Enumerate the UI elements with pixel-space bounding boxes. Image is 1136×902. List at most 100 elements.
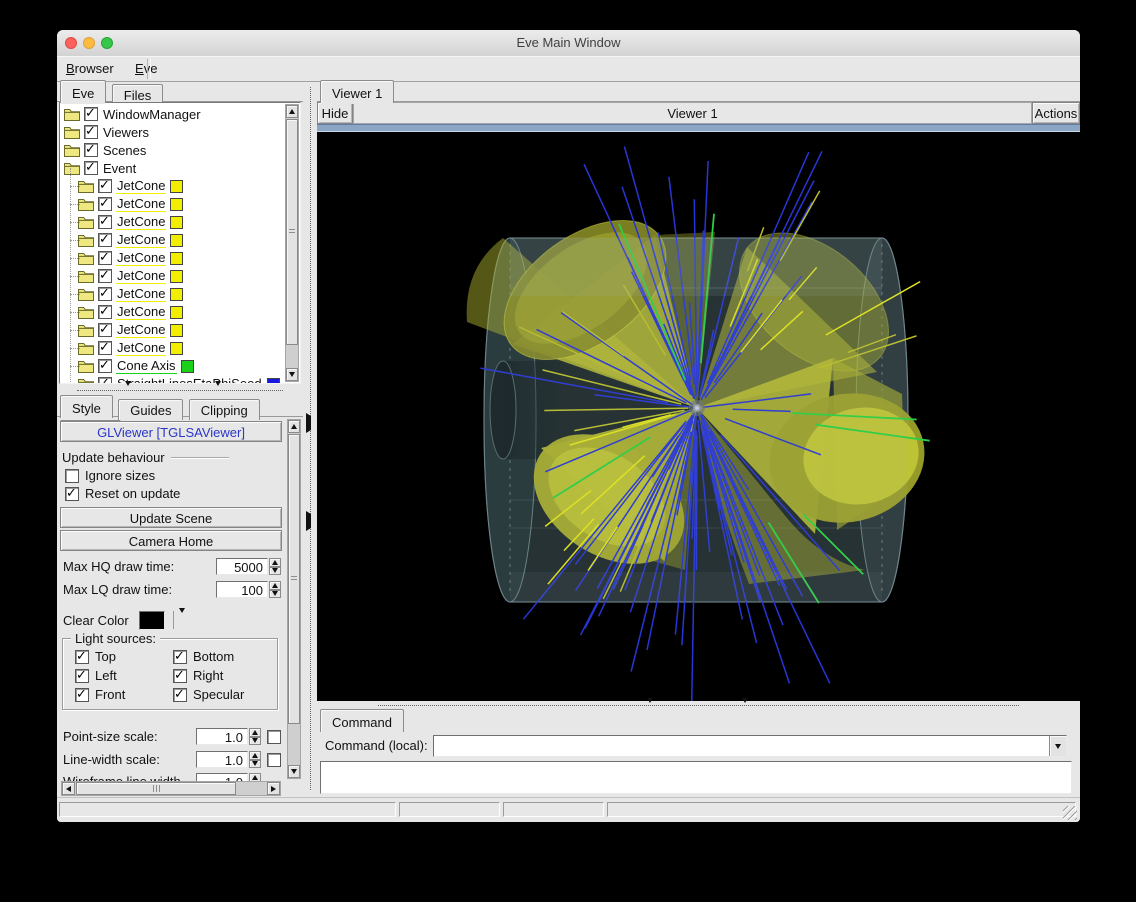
tree-vertical-scrollbar[interactable] xyxy=(285,104,299,382)
tree-item-checkbox[interactable] xyxy=(98,305,112,319)
tree-item-color-swatch[interactable] xyxy=(170,198,183,211)
light-source-bottom[interactable]: Bottom xyxy=(173,649,271,664)
camera-home-button[interactable]: Camera Home xyxy=(60,530,282,551)
tree-item-label[interactable]: JetCone xyxy=(116,286,166,302)
tree-item-label[interactable]: JetCone xyxy=(116,232,166,248)
tree-item[interactable]: StraightLinesEtaPhiSeed xyxy=(62,375,284,383)
scroll-down-button[interactable] xyxy=(286,368,298,381)
tree-item-color-swatch[interactable] xyxy=(170,306,183,319)
light-source-front[interactable]: Front xyxy=(75,687,173,702)
style-vertical-scrollbar[interactable] xyxy=(287,419,301,779)
tree-item[interactable]: JetCone xyxy=(62,339,284,357)
scrollbar-thumb[interactable] xyxy=(76,782,236,795)
tree-item-color-swatch[interactable] xyxy=(170,324,183,337)
tree-item[interactable]: JetCone xyxy=(62,195,284,213)
spin-down-button[interactable] xyxy=(269,590,281,599)
resize-grip-icon[interactable] xyxy=(1063,806,1077,820)
menu-eve[interactable]: Eve xyxy=(126,57,166,76)
tree-item-label[interactable]: JetCone xyxy=(116,178,166,194)
scroll-up-button[interactable] xyxy=(288,420,300,433)
tree-item-checkbox[interactable] xyxy=(98,359,112,373)
command-output[interactable] xyxy=(320,761,1072,794)
hide-button[interactable]: Hide xyxy=(317,102,353,124)
tree-item-checkbox[interactable] xyxy=(98,287,112,301)
light-source-left[interactable]: Left xyxy=(75,668,173,683)
tree-item[interactable]: JetCone xyxy=(62,303,284,321)
command-splitter[interactable] xyxy=(317,701,1080,709)
tab-style[interactable]: Style xyxy=(60,395,113,418)
max-hq-spinner[interactable]: 5000 xyxy=(216,558,281,575)
tree-item-color-swatch[interactable] xyxy=(170,252,183,265)
scroll-up-button[interactable] xyxy=(286,105,298,118)
tree-item-label[interactable]: JetCone xyxy=(116,196,166,212)
command-combobox[interactable] xyxy=(433,735,1067,757)
light-source-specular[interactable]: Specular xyxy=(173,687,271,702)
tree-item-label[interactable]: Cone Axis xyxy=(116,358,177,374)
max-lq-spinner[interactable]: 100 xyxy=(216,581,281,598)
tree-item[interactable]: Scenes xyxy=(62,141,284,159)
tree-item-color-swatch[interactable] xyxy=(267,378,280,384)
tree-item-label[interactable]: StraightLinesEtaPhiSeed xyxy=(116,376,263,383)
tree-item-label[interactable]: WindowManager xyxy=(102,107,202,122)
tree-item-label[interactable]: Event xyxy=(102,161,137,176)
tree-item-label[interactable]: JetCone xyxy=(116,214,166,230)
glviewer-button[interactable]: GLViewer [TGLSAViewer] xyxy=(60,421,282,442)
tree-item-checkbox[interactable] xyxy=(98,251,112,265)
line-width-spinner[interactable]: 1.0 xyxy=(196,751,261,768)
tree-item-label[interactable]: JetCone xyxy=(116,268,166,284)
tree-item-color-swatch[interactable] xyxy=(170,216,183,229)
clear-color-swatch[interactable] xyxy=(139,611,165,630)
tree-item[interactable]: JetCone xyxy=(62,231,284,249)
tree-item[interactable]: Viewers xyxy=(62,123,284,141)
tab-eve[interactable]: Eve xyxy=(60,80,106,103)
tree-item-label[interactable]: JetCone xyxy=(116,322,166,338)
tree-item[interactable]: JetCone xyxy=(62,213,284,231)
spin-up-button[interactable] xyxy=(269,558,281,567)
tree-item-color-swatch[interactable] xyxy=(170,270,183,283)
tree-item-color-swatch[interactable] xyxy=(170,234,183,247)
tree-item[interactable]: JetCone xyxy=(62,177,284,195)
scroll-right-button[interactable] xyxy=(267,782,280,795)
update-scene-button[interactable]: Update Scene xyxy=(60,507,282,528)
menu-browser[interactable]: Browser xyxy=(57,57,123,76)
tree-item-label[interactable]: Viewers xyxy=(102,125,150,140)
scroll-down-button[interactable] xyxy=(288,765,300,778)
tree-item-checkbox[interactable] xyxy=(98,233,112,247)
tab-command[interactable]: Command xyxy=(320,709,404,732)
tree-item[interactable]: Event xyxy=(62,159,284,177)
tree-item-color-swatch[interactable] xyxy=(170,180,183,193)
tree-item-label[interactable]: Scenes xyxy=(102,143,147,158)
line-width-checkbox[interactable] xyxy=(267,753,281,767)
gl-viewport[interactable] xyxy=(317,132,1080,701)
reset-on-update-checkbox[interactable]: Reset on update xyxy=(65,486,180,501)
tree-item[interactable]: JetCone xyxy=(62,267,284,285)
tree-item-checkbox[interactable] xyxy=(84,125,98,139)
combo-dropdown-icon[interactable] xyxy=(1049,736,1066,756)
scrollbar-thumb[interactable] xyxy=(286,119,298,345)
tree-item-checkbox[interactable] xyxy=(84,107,98,121)
wireframe-width-spinner[interactable]: 1.0 xyxy=(196,773,261,781)
tab-viewer-1[interactable]: Viewer 1 xyxy=(320,80,394,103)
tree-item-checkbox[interactable] xyxy=(98,377,112,383)
tree-item[interactable]: JetCone xyxy=(62,249,284,267)
tree-item-checkbox[interactable] xyxy=(98,323,112,337)
main-vertical-splitter[interactable] xyxy=(303,80,317,797)
light-source-right[interactable]: Right xyxy=(173,668,271,683)
tree-item-checkbox[interactable] xyxy=(84,161,98,175)
tree-item-label[interactable]: JetCone xyxy=(116,340,166,356)
tree-item-label[interactable]: JetCone xyxy=(116,304,166,320)
point-size-checkbox[interactable] xyxy=(267,730,281,744)
tree-item-checkbox[interactable] xyxy=(98,269,112,283)
tree-item-color-swatch[interactable] xyxy=(170,342,183,355)
tree-item-checkbox[interactable] xyxy=(98,215,112,229)
spin-up-button[interactable] xyxy=(269,581,281,590)
tree-item[interactable]: JetCone xyxy=(62,321,284,339)
point-size-spinner[interactable]: 1.0 xyxy=(196,728,261,745)
scroll-left-button[interactable] xyxy=(62,782,75,795)
tree-item-label[interactable]: JetCone xyxy=(116,250,166,266)
scrollbar-thumb[interactable] xyxy=(288,434,300,724)
style-horizontal-scrollbar[interactable] xyxy=(61,781,281,796)
title-bar[interactable]: Eve Main Window xyxy=(57,30,1080,57)
ignore-sizes-checkbox[interactable]: Ignore sizes xyxy=(65,468,155,483)
tree-item-checkbox[interactable] xyxy=(84,143,98,157)
